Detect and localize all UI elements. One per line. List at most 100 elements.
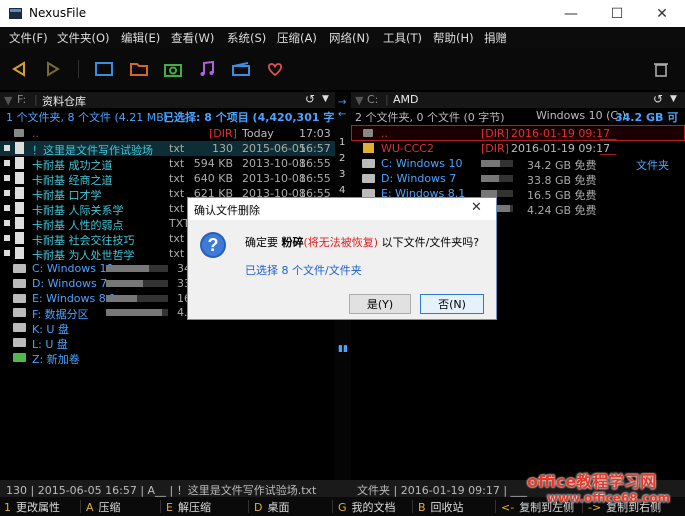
- confirm-delete-dialog: 确认文件删除 ✕ ? 确定要 粉碎(将无法被恢复) 以下文件/文件夹吗? 已选择…: [187, 197, 497, 320]
- drive-name: C: Windows 10: [381, 157, 463, 170]
- table-row[interactable]: 卡耐基 经商之道 txt 640 KB 2013-10-08 16:55: [0, 171, 335, 187]
- dialog-message-warning: (将无法被恢复): [303, 236, 379, 249]
- left-drive-letter[interactable]: F:: [17, 93, 26, 106]
- dropdown-icon[interactable]: ▼: [322, 94, 329, 104]
- trash-button[interactable]: [648, 56, 674, 82]
- minimize-button[interactable]: —: [548, 0, 594, 27]
- dialog-message-start: 确定要: [245, 236, 282, 249]
- left-path-bar[interactable]: ▼ F: | 资料仓库 ↺ ▼: [0, 92, 335, 108]
- drive-row[interactable]: L: U 盘: [0, 335, 335, 351]
- menu-view[interactable]: 查看(W): [171, 30, 214, 46]
- dropdown-icon[interactable]: ▼: [670, 94, 677, 104]
- folder-type: [DIR]: [481, 142, 509, 155]
- menu-file[interactable]: 文件(F): [9, 30, 48, 46]
- maximize-button[interactable]: ☐: [594, 0, 640, 27]
- file-ext: txt: [169, 232, 185, 245]
- yes-button[interactable]: 是(Y): [349, 294, 411, 314]
- video-button[interactable]: [228, 56, 254, 82]
- dialog-title: 确认文件删除: [194, 204, 260, 217]
- fkey-divider: [412, 500, 413, 513]
- fkey-item[interactable]: B 回收站: [418, 499, 464, 515]
- fkey-label: 解压缩: [177, 501, 211, 514]
- view-panel-button[interactable]: [91, 56, 117, 82]
- refresh-icon[interactable]: ↺: [305, 92, 315, 106]
- fkey-divider: [332, 500, 333, 513]
- file-size: 594 KB: [193, 157, 233, 170]
- menu-compress[interactable]: 压缩(A): [277, 30, 317, 46]
- menu-help[interactable]: 帮助(H): [433, 30, 474, 46]
- left-parent-row[interactable]: .. [DIR] Today 17:03: [0, 126, 335, 141]
- fkey-label: 更改属性: [16, 501, 60, 514]
- selection-marker: [4, 175, 10, 181]
- refresh-icon[interactable]: ↺: [653, 92, 663, 106]
- drive-row[interactable]: Z: 新加卷: [0, 350, 335, 366]
- right-drive-letter[interactable]: C:: [367, 93, 378, 106]
- left-path[interactable]: 资料仓库: [42, 93, 86, 109]
- heart-icon: [268, 63, 282, 77]
- copy-left-arrow-icon[interactable]: ←: [338, 109, 346, 120]
- fkey-item[interactable]: E 解压缩: [166, 499, 211, 515]
- folder-button[interactable]: [126, 56, 152, 82]
- fkey-label: 我的文档: [351, 501, 396, 514]
- fkey-item[interactable]: D 桌面: [254, 499, 289, 515]
- fkey-key: 1: [4, 501, 11, 514]
- selection-marker: [4, 160, 10, 166]
- text-file-icon: [15, 232, 24, 244]
- file-time: 16:57: [299, 142, 331, 155]
- menu-network[interactable]: 网络(N): [329, 30, 370, 46]
- favorite-button[interactable]: [262, 56, 288, 82]
- drive-row[interactable]: C: Windows 10 34.2 GB 免费 文件夹: [351, 156, 685, 172]
- menu-folder[interactable]: 文件夹(O): [57, 30, 110, 46]
- fkey-item[interactable]: A 压缩: [86, 499, 121, 515]
- music-button[interactable]: [194, 56, 220, 82]
- tab-number[interactable]: 2: [339, 153, 345, 164]
- selection-marker: [4, 235, 10, 241]
- drive-icon: [13, 323, 26, 333]
- table-row[interactable]: 卡耐基 成功之道 txt 594 KB 2013-10-08 16:55: [0, 156, 335, 172]
- menu-tools[interactable]: 工具(T): [383, 30, 422, 46]
- copy-right-arrow-icon[interactable]: →: [338, 97, 346, 108]
- sort-bars-icon[interactable]: ▮▮: [338, 344, 348, 354]
- fkey-item[interactable]: G 我的文档: [338, 499, 396, 515]
- menu-system[interactable]: 系统(S): [227, 30, 266, 46]
- drive-icon: [13, 293, 26, 303]
- tab-number[interactable]: 1: [339, 137, 345, 148]
- toolbar-divider: [78, 60, 79, 78]
- right-parent-row[interactable]: .. [DIR] 2016-01-19 09:17 ___: [351, 126, 685, 141]
- app-icon: [9, 8, 22, 19]
- right-tab-marker: ▼: [355, 94, 364, 107]
- right-folder-count: 2 个文件夹, 0 个文件 (0 字节): [355, 111, 505, 124]
- file-time: 16:55: [299, 157, 331, 170]
- right-path-bar[interactable]: ▼ C: | AMD ↺ ▼: [351, 92, 685, 108]
- table-row[interactable]: ！这里是文件写作试验场 txt 130 2015-06-05 16:57: [0, 141, 335, 157]
- tab-number[interactable]: 3: [339, 169, 345, 180]
- dialog-close-button[interactable]: ✕: [471, 200, 482, 215]
- drive-row[interactable]: D: Windows 7 33.8 GB 免费: [351, 171, 685, 187]
- arrow-right-icon: [47, 61, 60, 77]
- fkey-key: A: [86, 501, 94, 514]
- camera-button[interactable]: [160, 56, 186, 82]
- left-info-line: 1 个文件夹, 8 个文件 (4.21 MB) 已选择: 8 个项目 (4,42…: [0, 108, 335, 140]
- right-folder-row[interactable]: WU-CCC2 [DIR] 2016-01-19 09:17 ___: [351, 141, 685, 156]
- dialog-title-bar: 确认文件删除 ✕: [188, 198, 496, 220]
- drive-name: D: Windows 7: [32, 276, 108, 290]
- forward-button[interactable]: [40, 56, 66, 82]
- parent-dir-name: ..: [32, 127, 39, 140]
- text-file-icon: [15, 157, 24, 169]
- menu-donate[interactable]: 捐赠: [484, 30, 507, 46]
- close-button[interactable]: ✕: [639, 0, 685, 27]
- fkey-divider: [160, 500, 161, 513]
- back-button[interactable]: [6, 56, 32, 82]
- watermark-line2: www.office68.com: [547, 491, 671, 505]
- file-date: 2013-10-08: [242, 157, 306, 170]
- no-button[interactable]: 否(N): [420, 294, 484, 314]
- fkey-item[interactable]: 1 更改属性: [4, 499, 60, 515]
- right-path[interactable]: AMD: [393, 93, 419, 106]
- menu-edit[interactable]: 编辑(E): [121, 30, 160, 46]
- drive-row[interactable]: K: U 盘: [0, 320, 335, 336]
- camera-icon: [164, 64, 182, 77]
- tab-number[interactable]: 4: [339, 185, 345, 196]
- drive-icon: [362, 159, 375, 168]
- left-tab-marker: ▼: [4, 94, 13, 107]
- drive-icon: [13, 308, 26, 318]
